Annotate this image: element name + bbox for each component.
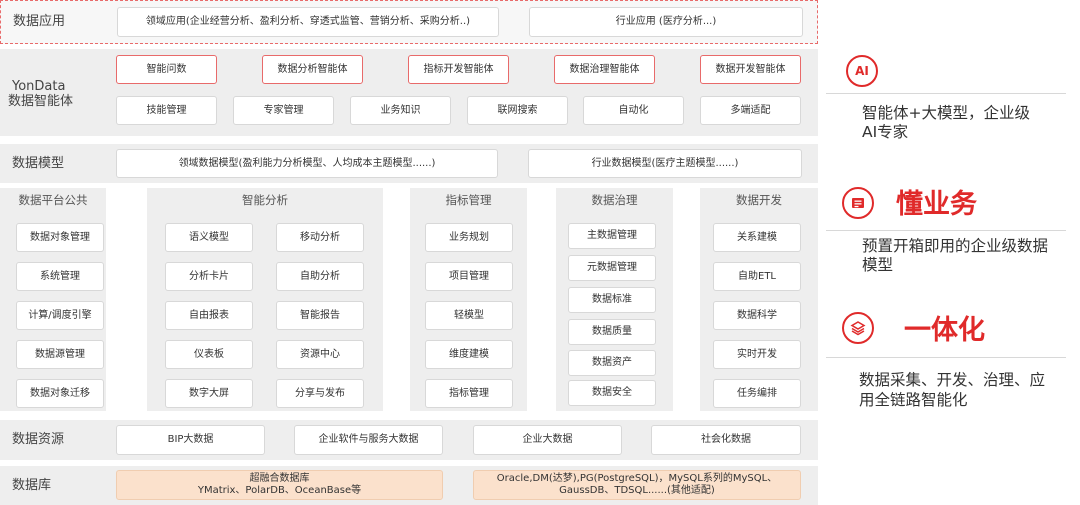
hyper-converged-db-box: 超融合数据库 YMatrix、PolarDB、OceanBase等 (116, 470, 443, 500)
integrated-feature-text: 用全链路智能化 (859, 391, 968, 409)
capability-box: 专家管理 (233, 96, 334, 125)
capability-box: 自动化 (583, 96, 684, 125)
database-layer: 数据库 超融合数据库 YMatrix、PolarDB、OceanBase等 Or… (0, 466, 818, 505)
module-box: 数据标准 (568, 287, 656, 313)
module-box: 数据源管理 (16, 340, 104, 369)
module-box: 资源中心 (276, 340, 364, 369)
business-heading: 懂业务 (896, 189, 977, 220)
module-box: 数据对象迁移 (16, 379, 104, 408)
ai-feature-text: 智能体+大模型，企业级 (862, 104, 1030, 122)
panel-title: 指标管理 (445, 193, 492, 207)
metrics-panel: 指标管理 业务规划 项目管理 轻模型 维度建模 指标管理 (410, 188, 527, 411)
capability-box: 技能管理 (116, 96, 217, 125)
domain-apps-box: 领域应用(企业经营分析、盈利分析、穿透式监管、营销分析、采购分析..) (117, 7, 499, 37)
integrated-feature-text: 数据采集、开发、治理、应 (859, 371, 1046, 389)
module-box: 数据资产 (568, 350, 656, 376)
integrated-heading: 一体化 (904, 315, 985, 346)
module-box: 自助分析 (276, 262, 364, 291)
module-box: 移动分析 (276, 223, 364, 252)
module-box: 语义模型 (165, 223, 253, 252)
industry-models-box: 行业数据模型(医疗主题模型......) (528, 149, 802, 178)
agent-box: 数据开发智能体 (700, 55, 801, 84)
module-box: 主数据管理 (568, 223, 656, 249)
module-box: 自由报表 (165, 301, 253, 330)
module-box: 自助ETL (713, 262, 801, 291)
layer-label: 数据模型 (12, 156, 65, 171)
layers-icon (842, 312, 874, 344)
module-box: 计算/调度引擎 (16, 301, 104, 330)
capability-box: 联网搜索 (467, 96, 568, 125)
module-box: 项目管理 (425, 262, 513, 291)
panel-title: 数据开发 (736, 193, 782, 207)
module-box: 关系建模 (713, 223, 801, 252)
business-feature-text: 模型 (862, 256, 894, 274)
resource-box: 企业大数据 (473, 425, 622, 455)
db-box-line: Oracle,DM(达梦),PG(PostgreSQL)，MySQL系列的MyS… (496, 473, 778, 484)
module-box: 分享与发布 (276, 379, 364, 408)
agent-box: 指标开发智能体 (408, 55, 509, 84)
data-model-layer: 数据模型 领域数据模型(盈利能力分析模型、人均成本主题模型......) 行业数… (0, 144, 818, 183)
data-application-layer: 数据应用 领域应用(企业经营分析、盈利分析、穿透式监管、营销分析、采购分析..)… (0, 0, 818, 44)
divider (826, 357, 1066, 358)
smart-analysis-panel: 智能分析 语义模型 分析卡片 自由报表 仪表板 数字大屏 移动分析 自助分析 智… (147, 188, 383, 411)
domain-models-box: 领域数据模型(盈利能力分析模型、人均成本主题模型......) (116, 149, 498, 178)
resource-box: 企业软件与服务大数据 (294, 425, 443, 455)
resource-box: 社会化数据 (651, 425, 801, 455)
module-box: 数据科学 (713, 301, 801, 330)
db-box-line: 超融合数据库 (249, 473, 310, 484)
module-box: 业务规划 (425, 223, 513, 252)
data-agent-layer: YonData 数据智能体 智能问数 数据分析智能体 指标开发智能体 数据治理智… (0, 49, 818, 136)
business-feature-text: 预置开箱即用的企业级数据 (862, 237, 1049, 255)
db-box-line: YMatrix、PolarDB、OceanBase等 (197, 485, 362, 496)
platform-common-panel: 数据平台公共 数据对象管理 系统管理 计算/调度引擎 数据源管理 数据对象迁移 (0, 188, 106, 411)
resource-box: BIP大数据 (116, 425, 265, 455)
layer-label: YonData (12, 79, 66, 94)
module-box: 轻模型 (425, 301, 513, 330)
module-box: 数据对象管理 (16, 223, 104, 252)
module-box: 实时开发 (713, 340, 801, 369)
panel-title: 数据治理 (591, 193, 638, 207)
module-box: 维度建模 (425, 340, 513, 369)
module-box: 数据质量 (568, 319, 656, 345)
agent-box: 智能问数 (116, 55, 217, 84)
module-box: 元数据管理 (568, 255, 656, 281)
supported-db-box: Oracle,DM(达梦),PG(PostgreSQL)，MySQL系列的MyS… (473, 470, 801, 500)
db-box-line: GaussDB、TDSQL......(其他适配) (559, 485, 715, 496)
data-resource-layer: 数据资源 BIP大数据 企业软件与服务大数据 企业大数据 社会化数据 (0, 420, 818, 460)
module-box: 数字大屏 (165, 379, 253, 408)
divider (826, 230, 1066, 231)
panel-title: 智能分析 (242, 193, 288, 207)
layer-label: 数据智能体 (8, 94, 74, 109)
module-box: 任务编排 (713, 379, 801, 408)
agent-box: 数据治理智能体 (554, 55, 655, 84)
module-box: 指标管理 (425, 379, 513, 408)
document-icon (842, 187, 874, 219)
layer-label: 数据应用 (13, 14, 66, 29)
module-box: 仪表板 (165, 340, 253, 369)
module-box: 数据安全 (568, 380, 656, 406)
panel-title: 数据平台公共 (18, 193, 88, 207)
agent-box: 数据分析智能体 (262, 55, 363, 84)
layer-label: 数据库 (12, 478, 52, 493)
module-box: 智能报告 (276, 301, 364, 330)
module-box: 分析卡片 (165, 262, 253, 291)
data-governance-panel: 数据治理 主数据管理 元数据管理 数据标准 数据质量 数据资产 数据安全 (556, 188, 673, 411)
industry-apps-box: 行业应用 (医疗分析...) (529, 7, 803, 37)
capability-box: 业务知识 (350, 96, 451, 125)
layer-label: 数据资源 (12, 432, 65, 447)
ai-feature-text: AI专家 (862, 123, 909, 141)
capability-box: 多端适配 (700, 96, 801, 125)
ai-icon: AI (846, 55, 878, 87)
module-box: 系统管理 (16, 262, 104, 291)
data-development-panel: 数据开发 关系建模 自助ETL 数据科学 实时开发 任务编排 (700, 188, 818, 411)
divider (826, 93, 1066, 94)
